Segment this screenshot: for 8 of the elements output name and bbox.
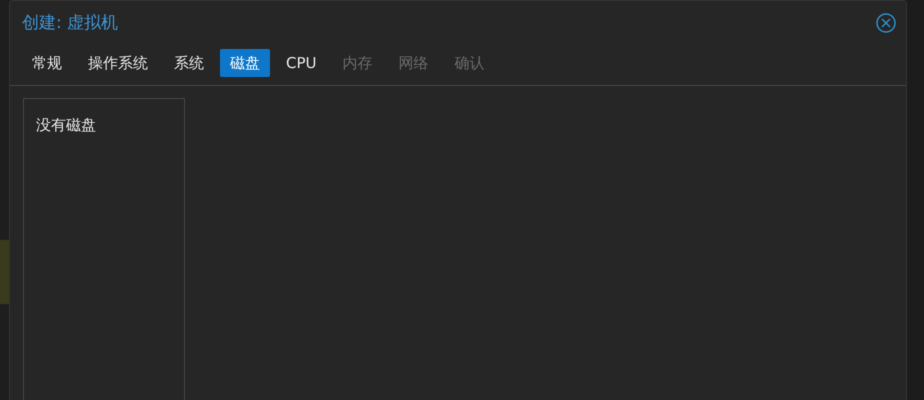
empty-message: 没有磁盘	[36, 116, 96, 134]
tab[interactable]: 常规	[22, 49, 72, 77]
window-title: 创建: 虚拟机	[22, 12, 118, 34]
tab[interactable]: 磁盘	[220, 49, 270, 77]
tab[interactable]: CPU	[276, 49, 326, 77]
tab[interactable]: 系统	[164, 49, 214, 77]
close-icon[interactable]	[876, 12, 896, 32]
tab[interactable]: 操作系统	[78, 49, 158, 77]
